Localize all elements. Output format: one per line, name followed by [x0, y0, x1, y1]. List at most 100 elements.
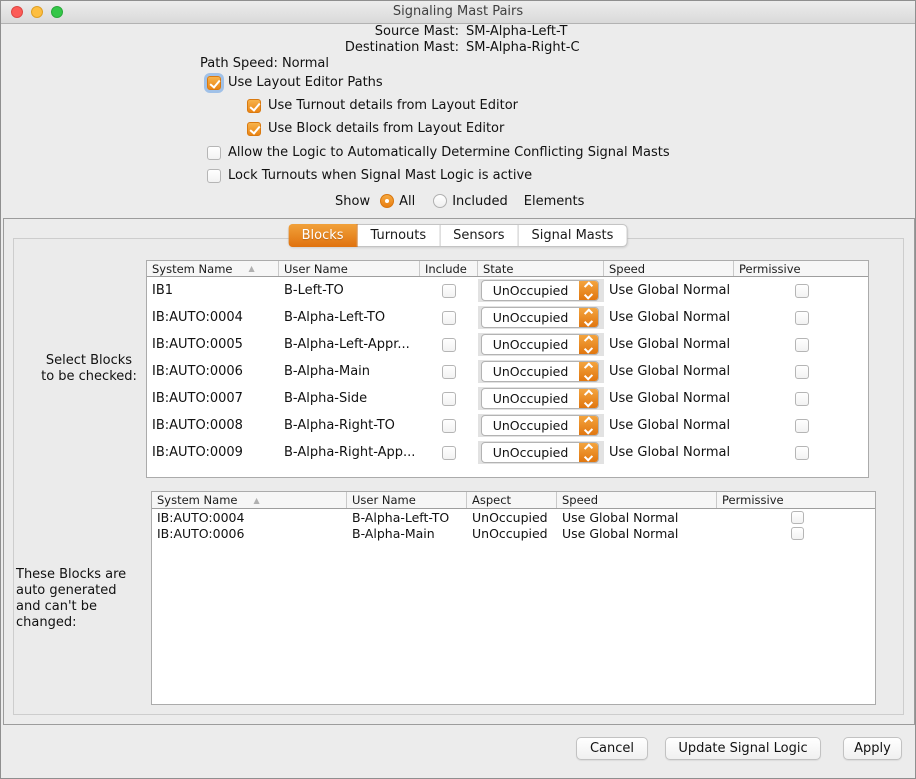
include-checkbox[interactable] [442, 338, 456, 352]
state-dropdown[interactable]: UnOccupied [481, 361, 599, 382]
blocks-header-include[interactable]: Include [420, 261, 478, 276]
tab-sensors[interactable]: Sensors [440, 225, 518, 246]
permissive-checkbox[interactable] [795, 392, 809, 406]
checkbox-lock-turnouts-when-signal-mast-logic-is-active[interactable] [207, 169, 221, 183]
include-cell [420, 284, 478, 298]
permissive-checkbox[interactable] [791, 527, 804, 540]
user-name-cell: B-Alpha-Right-TO [279, 418, 420, 433]
system-name-cell: IB:AUTO:0005 [147, 337, 279, 352]
auto-blocks-caption: These Blocks are auto generated and can'… [16, 567, 156, 631]
permissive-checkbox[interactable] [795, 365, 809, 379]
source-mast-value: SM-Alpha-Left-T [466, 24, 915, 40]
header-label: System Name [152, 262, 232, 276]
blocks-header-state[interactable]: State [478, 261, 604, 276]
option-label: Use Layout Editor Paths [228, 75, 383, 90]
chevron-down-icon [584, 344, 593, 353]
option-row-allow-the-logic-to-automatically-determine-conflicting-signal-masts: Allow the Logic to Automatically Determi… [207, 144, 670, 161]
update-signal-logic-button[interactable]: Update Signal Logic [665, 737, 821, 760]
source-mast-label: Source Mast: [1, 24, 459, 40]
blocks-header-user-name[interactable]: User Name [279, 261, 420, 276]
radio-all[interactable] [380, 194, 394, 208]
apply-button[interactable]: Apply [843, 737, 902, 760]
permissive-cell [717, 527, 876, 540]
blocks-header-speed[interactable]: Speed [604, 261, 734, 276]
speed-cell: Use Global Normal [604, 418, 734, 433]
state-cell: UnOccupied [478, 304, 604, 331]
include-checkbox[interactable] [442, 392, 456, 406]
checkbox-use-turnout-details-from-layout-editor[interactable] [247, 99, 261, 113]
table-row: IB:AUTO:0008B-Alpha-Right-TOUnOccupiedUs… [147, 412, 868, 439]
permissive-checkbox[interactable] [795, 311, 809, 325]
table-row: IB:AUTO:0006B-Alpha-MainUnOccupiedUse Gl… [152, 525, 875, 541]
table-row: IB:AUTO:0005B-Alpha-Left-Appr... UnOccupi… [147, 331, 868, 358]
table-row: IB:AUTO:0009B-Alpha-Right-App...UnOccupi… [147, 439, 868, 466]
cancel-button[interactable]: Cancel [576, 737, 648, 760]
destination-mast-value: SM-Alpha-Right-C [466, 40, 915, 56]
tab-blocks[interactable]: Blocks [289, 224, 358, 247]
state-cell: UnOccupied [478, 385, 604, 412]
permissive-checkbox[interactable] [795, 419, 809, 433]
tab-signal-masts[interactable]: Signal Masts [519, 225, 627, 246]
option-label: Lock Turnouts when Signal Mast Logic is … [228, 168, 532, 183]
option-row-use-block-details-from-layout-editor: Use Block details from Layout Editor [247, 120, 504, 137]
include-cell [420, 338, 478, 352]
chevron-down-icon [584, 398, 593, 407]
include-checkbox[interactable] [442, 284, 456, 298]
include-checkbox[interactable] [442, 365, 456, 379]
radio-label-included: Included [452, 194, 508, 209]
blocks-header-permissive[interactable]: Permissive [734, 261, 869, 276]
header-label: User Name [352, 493, 416, 507]
tab-turnouts[interactable]: Turnouts [358, 225, 441, 246]
permissive-checkbox[interactable] [795, 446, 809, 460]
window-title: Signaling Mast Pairs [1, 4, 915, 19]
auto-header-aspect[interactable]: Aspect [467, 492, 557, 508]
header-label: Speed [609, 262, 645, 276]
signaling-mast-pairs-window: Signaling Mast Pairs Source Mast: SM-Alp… [0, 0, 916, 779]
option-row-lock-turnouts-when-signal-mast-logic-is-active: Lock Turnouts when Signal Mast Logic is … [207, 167, 532, 184]
state-dropdown[interactable]: UnOccupied [481, 415, 599, 436]
state-dropdown[interactable]: UnOccupied [481, 442, 599, 463]
state-dropdown[interactable]: UnOccupied [481, 280, 599, 301]
include-cell [420, 392, 478, 406]
header-label: User Name [284, 262, 348, 276]
state-dropdown-value: UnOccupied [482, 281, 579, 300]
permissive-checkbox[interactable] [795, 338, 809, 352]
state-dropdown[interactable]: UnOccupied [481, 388, 599, 409]
user-name-cell: B-Alpha-Main [347, 526, 467, 541]
state-cell: UnOccupied [478, 412, 604, 439]
auto-header-permissive[interactable]: Permissive [717, 492, 876, 508]
permissive-cell [734, 365, 869, 379]
speed-cell: Use Global Normal [604, 445, 734, 460]
stepper-icon [579, 362, 598, 381]
include-cell [420, 446, 478, 460]
user-name-cell: B-Alpha-Left-Appr... [279, 337, 420, 352]
state-dropdown[interactable]: UnOccupied [481, 307, 599, 328]
state-dropdown[interactable]: UnOccupied [481, 334, 599, 355]
include-checkbox[interactable] [442, 311, 456, 325]
permissive-cell [734, 392, 869, 406]
auto-header-system-name[interactable]: System Name▲ [152, 492, 347, 508]
permissive-checkbox[interactable] [795, 284, 809, 298]
table-row: IB:AUTO:0004B-Alpha-Left-TOUnOccupiedUse… [147, 304, 868, 331]
checkbox-use-layout-editor-paths[interactable] [207, 76, 221, 90]
auto-header-user-name[interactable]: User Name [347, 492, 467, 508]
radio-included[interactable] [433, 194, 447, 208]
include-checkbox[interactable] [442, 419, 456, 433]
mast-summary: Source Mast: SM-Alpha-Left-T Destination… [1, 24, 915, 55]
user-name-cell: B-Alpha-Right-App... [279, 445, 420, 460]
auto-header-speed[interactable]: Speed [557, 492, 717, 508]
checkbox-use-block-details-from-layout-editor[interactable] [247, 122, 261, 136]
radio-label-all: All [399, 194, 415, 209]
speed-cell: Use Global Normal [604, 391, 734, 406]
asc-triangle-icon: ▲ [253, 496, 259, 505]
include-checkbox[interactable] [442, 446, 456, 460]
blocks-header-system-name[interactable]: System Name▲ [147, 261, 279, 276]
system-name-cell: IB:AUTO:0004 [147, 310, 279, 325]
auto-blocks-table-header: System Name▲ User Name AspectSpeedPermissi… [152, 492, 875, 509]
permissive-checkbox[interactable] [791, 511, 804, 524]
title-bar[interactable]: Signaling Mast Pairs [1, 1, 915, 24]
user-name-cell: B-Alpha-Left-TO [347, 510, 467, 525]
stepper-icon [579, 281, 598, 300]
checkbox-allow-the-logic-to-automatically-determine-conflicting-signal-masts[interactable] [207, 146, 221, 160]
state-cell: UnOccupied [478, 331, 604, 358]
